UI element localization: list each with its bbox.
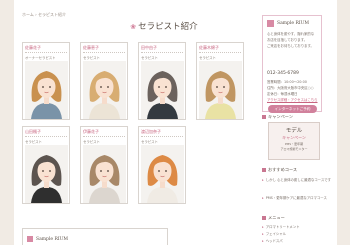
campaign-heading: キャンペーン <box>262 114 293 120</box>
page-title-text: セラピスト紹介 <box>138 22 198 32</box>
therapist-role: セラピスト <box>83 140 100 144</box>
therapist-name: 渡辺加奈子 <box>141 129 161 134</box>
course-heading-text: おすすめコース <box>268 167 298 172</box>
menu-link-text: アロマトリートメント <box>265 225 300 229</box>
divider <box>141 136 183 137</box>
menu-link-text: フェイシャル <box>265 232 287 236</box>
therapist-card[interactable]: 佐藤恵子 セラピスト <box>80 42 128 120</box>
banner-line: PMS・更年期 <box>284 142 304 146</box>
salon-logo-icon <box>27 236 33 242</box>
therapist-role: セラピスト <box>25 140 42 144</box>
course-link[interactable]: ▸ しかし 心と身体の癒しに最適なコースです <box>262 177 331 182</box>
salon-info-line: 営業時間：10:00〜20:00 <box>267 80 307 84</box>
therapist-name: 山田楓子 <box>25 129 41 134</box>
therapist-card[interactable]: 山田楓子 セラピスト <box>22 126 70 204</box>
therapist-role: セラピスト <box>141 140 158 144</box>
divider <box>25 136 67 137</box>
leaf-icon: ❀ <box>130 23 137 31</box>
salon-intro-line: お店を目指しております。 <box>267 38 308 42</box>
bullet-icon: ▸ <box>262 178 264 182</box>
bullet-icon: ▸ <box>262 232 264 236</box>
reserve-button[interactable]: インターネットご予約 <box>268 105 317 113</box>
therapist-role: セラピスト <box>141 56 158 60</box>
model-campaign-banner[interactable]: モデル キャンペーン PMS・更年期 アロマ施術モニター <box>268 122 320 160</box>
salon-info-box: Sample RIUM 心と身体を癒やす、隠れ家的な お店を目指しております。 … <box>262 15 322 113</box>
therapist-name: 田中由子 <box>141 45 157 50</box>
menu-link[interactable]: ▸ ヘッドスパ <box>262 238 283 243</box>
square-bullet-icon <box>262 215 266 220</box>
square-bullet-icon <box>262 114 266 119</box>
course-link-text: PMS・更年期ケアに最適なアロマコース <box>265 196 327 200</box>
therapist-portrait <box>141 145 184 203</box>
therapist-portrait <box>25 145 68 203</box>
phone-number[interactable]: 012-345-6789 <box>267 71 299 76</box>
course-link[interactable]: ▸ PMS・更年期ケアに最適なアロマコース <box>262 195 327 200</box>
access-link[interactable]: アクセス詳細・アクセスはこちら <box>267 97 318 102</box>
therapist-name: 佐藤花子 <box>25 45 41 50</box>
bullet-icon: ▸ <box>262 196 264 200</box>
campaign-heading-text: キャンペーン <box>268 114 293 119</box>
salon-intro-line: ご来店をお待ちしております。 <box>267 44 314 48</box>
square-bullet-icon <box>262 167 266 172</box>
therapist-card[interactable]: 渡辺加奈子セラピスト <box>138 126 186 204</box>
divider <box>199 52 241 53</box>
salon-intro-line: 心と身体を癒やす、隠れ家的な <box>267 32 315 36</box>
salon-info-line: 定休日：毎週水曜日 <box>267 92 298 96</box>
therapist-card[interactable]: 田中由子 セラピスト <box>138 42 186 120</box>
banner-line: アロマ施術モニター <box>280 147 308 151</box>
therapist-portrait <box>199 61 242 119</box>
therapist-portrait <box>25 61 68 119</box>
course-heading: おすすめコース <box>262 167 297 173</box>
banner-title: モデル <box>285 128 303 134</box>
bullet-icon: ▸ <box>262 239 264 243</box>
divider <box>141 52 183 53</box>
therapist-card[interactable]: 伊藤花子 セラピスト <box>80 126 128 204</box>
banner-subtitle: キャンペーン <box>282 135 306 140</box>
therapist-name: 佐藤木綿子 <box>199 45 219 50</box>
therapist-portrait <box>141 61 184 119</box>
therapist-card[interactable]: 佐藤木綿子セラピスト <box>196 42 244 120</box>
therapist-role: セラピスト <box>83 56 100 60</box>
footer-salon-box: Sample RIUM <box>22 228 168 245</box>
course-link-text: しかし 心と身体の癒しに最適なコースです <box>265 178 332 182</box>
menu-heading: メニュー <box>262 215 285 221</box>
menu-link[interactable]: ▸ アロマトリートメント <box>262 224 300 229</box>
divider <box>83 52 125 53</box>
divider <box>25 52 67 53</box>
menu-heading-text: メニュー <box>268 215 285 220</box>
salon-info-line: 住所：大阪府大阪市中央区○○ <box>267 86 314 90</box>
salon-logo-icon <box>267 20 274 27</box>
therapist-portrait <box>83 145 126 203</box>
therapist-role: オーナーセラピスト <box>25 56 56 60</box>
footer-salon-name: Sample RIUM <box>36 237 69 242</box>
divider <box>83 136 125 137</box>
menu-link-text: ヘッドスパ <box>265 239 283 243</box>
salon-name: Sample RIUM <box>277 21 310 26</box>
menu-link[interactable]: ▸ フェイシャル <box>262 231 286 236</box>
therapist-role: セラピスト <box>199 56 216 60</box>
page-title: ❀ セラピスト紹介 <box>86 20 242 32</box>
breadcrumb[interactable]: ホーム › セラピスト紹介 <box>22 12 66 18</box>
therapist-name: 佐藤恵子 <box>83 45 99 50</box>
bullet-icon: ▸ <box>262 225 264 229</box>
therapist-card[interactable]: 佐藤花子オーナーセラピスト <box>22 42 70 120</box>
therapist-name: 伊藤花子 <box>83 129 99 134</box>
therapist-portrait <box>83 61 126 119</box>
